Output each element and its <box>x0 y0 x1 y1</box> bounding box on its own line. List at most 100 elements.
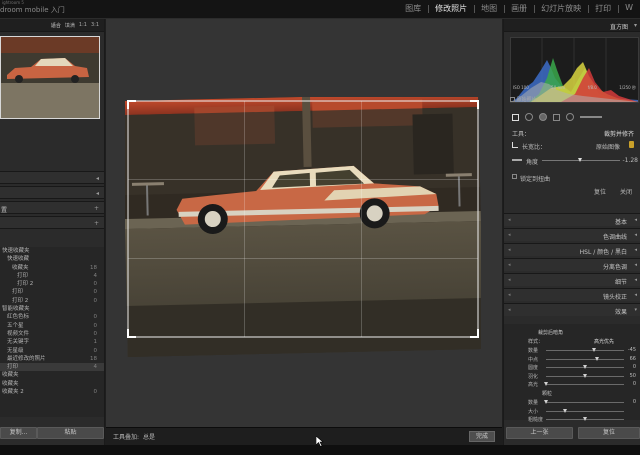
slider-track[interactable] <box>546 410 624 412</box>
collection-item[interactable]: 快速收藏夹 <box>0 247 104 255</box>
snapshots-section[interactable]: ◂ <box>0 186 104 199</box>
vignette-style-select[interactable]: 高光优先 <box>594 338 614 345</box>
collection-item[interactable]: 收藏夹 18 <box>0 264 104 272</box>
slider-value[interactable]: 66 <box>630 356 636 362</box>
tool-overlay-select[interactable]: 总是 <box>143 432 155 441</box>
collection-item[interactable]: 打印 4 <box>0 272 104 280</box>
collection-item[interactable]: 视频文件 0 <box>0 330 104 338</box>
photo-crop-area[interactable] <box>122 92 484 359</box>
slider-label: 大小 <box>528 408 539 415</box>
zoom-fit[interactable]: 适合 <box>51 22 61 29</box>
history-section[interactable]: 置 + <box>0 201 104 214</box>
collection-item[interactable]: 智能收藏夹 <box>0 305 104 313</box>
collection-item[interactable]: 打印 2 0 <box>0 280 104 288</box>
angle-value[interactable]: -1.28 <box>622 157 638 164</box>
zoom-fill[interactable]: 填满 <box>65 22 75 29</box>
histogram-chart <box>511 38 638 102</box>
slider-knob[interactable] <box>594 356 599 361</box>
graduated-filter-icon[interactable] <box>553 113 560 121</box>
slider-knob[interactable] <box>563 408 567 413</box>
module-web[interactable]: W <box>618 3 640 14</box>
straighten-tool-icon[interactable] <box>512 159 522 161</box>
aspect-select[interactable]: 原始图像 <box>596 142 620 151</box>
lock-icon[interactable] <box>629 141 634 148</box>
collection-count: 0 <box>93 281 98 288</box>
copy-button[interactable]: 复制... <box>0 427 37 439</box>
collection-label: 五个星 <box>7 322 24 329</box>
collection-item[interactable]: 无关键字 1 <box>0 338 104 346</box>
navigator-preview[interactable] <box>0 36 100 119</box>
zoom-3-1[interactable]: 3:1 <box>91 22 99 28</box>
slider-value[interactable]: 50 <box>630 373 636 379</box>
panel-section[interactable]: ◂ HSL / 颜色 / 黑白 ◂ <box>504 243 640 256</box>
slider-value[interactable]: 0 <box>633 364 636 370</box>
module-print[interactable]: 打印 <box>588 3 618 14</box>
slider-knob[interactable] <box>582 373 587 378</box>
slider-knob[interactable] <box>543 382 548 386</box>
done-button[interactable]: 完成 <box>468 431 495 442</box>
module-slideshow[interactable]: 幻灯片放映 <box>534 3 588 14</box>
angle-slider-knob[interactable] <box>578 158 582 162</box>
spot-removal-icon[interactable] <box>525 113 533 121</box>
collection-item[interactable]: 收藏夹 2 0 <box>0 388 104 396</box>
red-eye-icon[interactable] <box>539 113 547 121</box>
collection-item[interactable]: 打印 2 0 <box>0 297 104 305</box>
slider-value[interactable]: -45 <box>628 347 636 353</box>
collection-item[interactable]: 收藏夹 <box>0 371 104 379</box>
collection-item[interactable]: 最近修改的照片 18 <box>0 355 104 363</box>
add-icon: + <box>93 220 99 227</box>
collapse-arrow-icon: ◂ <box>634 217 637 223</box>
module-library[interactable]: 图库 <box>398 3 428 14</box>
histogram-graph[interactable] <box>510 37 639 103</box>
collection-item[interactable]: 打印 4 <box>0 363 104 372</box>
original-photo-toggle[interactable]: 原始照片 <box>510 96 537 103</box>
slider-knob[interactable] <box>582 417 587 421</box>
module-develop[interactable]: 修改照片 <box>428 3 474 14</box>
slider-track[interactable] <box>546 350 624 351</box>
collection-item[interactable]: 快速收藏 <box>0 255 104 263</box>
crop-frame-icon[interactable] <box>512 142 518 148</box>
panel-section[interactable]: ◂ 镜头校正 ◂ <box>504 288 640 301</box>
checkbox-icon <box>512 174 517 179</box>
module-book[interactable]: 画册 <box>504 3 534 14</box>
add-icon: ◂ <box>95 190 99 197</box>
slider-value[interactable]: 0 <box>633 381 636 387</box>
collection-item[interactable]: 五个星 0 <box>0 322 104 330</box>
previous-button[interactable]: 上一张 <box>506 427 573 439</box>
collection-item[interactable]: 收藏夹 <box>0 380 104 388</box>
collection-count: 18 <box>90 355 97 362</box>
presets-section[interactable]: ◂ <box>0 171 104 184</box>
paste-button[interactable]: 粘贴 <box>37 427 104 439</box>
panel-section[interactable]: ◂ 细节 ◂ <box>504 273 640 286</box>
panel-section[interactable]: ◂ 基本 ◂ <box>504 213 640 226</box>
slider-track[interactable] <box>546 358 624 360</box>
collection-item[interactable]: 红色色标 0 <box>0 313 104 321</box>
histogram-header[interactable]: 直方图 ▾ <box>504 19 640 32</box>
image-canvas <box>106 19 502 427</box>
effect-slider-row: 中点 66 <box>504 355 640 364</box>
module-map[interactable]: 地图 <box>474 3 504 14</box>
panel-section[interactable]: ◂ 色调曲线 ◂ <box>504 228 640 241</box>
collection-item[interactable]: 无星级 0 <box>0 347 104 355</box>
constrain-row[interactable]: 锁定到扭曲 <box>506 172 640 183</box>
slider-knob[interactable] <box>582 365 587 369</box>
panel-section[interactable]: ◂ 分离色调 ◂ <box>504 258 640 271</box>
develop-toolbar: 工具叠加: 总是 完成 <box>106 427 502 445</box>
slider-track[interactable] <box>546 402 624 403</box>
crop-reset-button[interactable]: 复位 <box>594 187 606 196</box>
collections-section[interactable]: + <box>0 216 104 229</box>
radial-filter-icon[interactable] <box>566 113 574 121</box>
crop-close-button[interactable]: 关闭 <box>620 187 632 196</box>
slider-value[interactable]: 0 <box>633 399 636 405</box>
reset-button[interactable]: 复位 <box>578 427 640 439</box>
zoom-1-1[interactable]: 1:1 <box>79 22 87 28</box>
brush-icon[interactable] <box>580 116 602 118</box>
vignette-style-label: 样式： <box>528 339 544 345</box>
slider-knob[interactable] <box>591 348 596 352</box>
collection-item[interactable]: 打印 0 <box>0 288 104 296</box>
crop-tool-icon[interactable] <box>512 113 519 121</box>
collection-label: 快速收藏 <box>7 256 30 263</box>
panel-section[interactable]: ◂ 效果 ▾ <box>504 303 640 316</box>
slider-track[interactable] <box>546 384 624 385</box>
slider-knob[interactable] <box>543 400 548 404</box>
